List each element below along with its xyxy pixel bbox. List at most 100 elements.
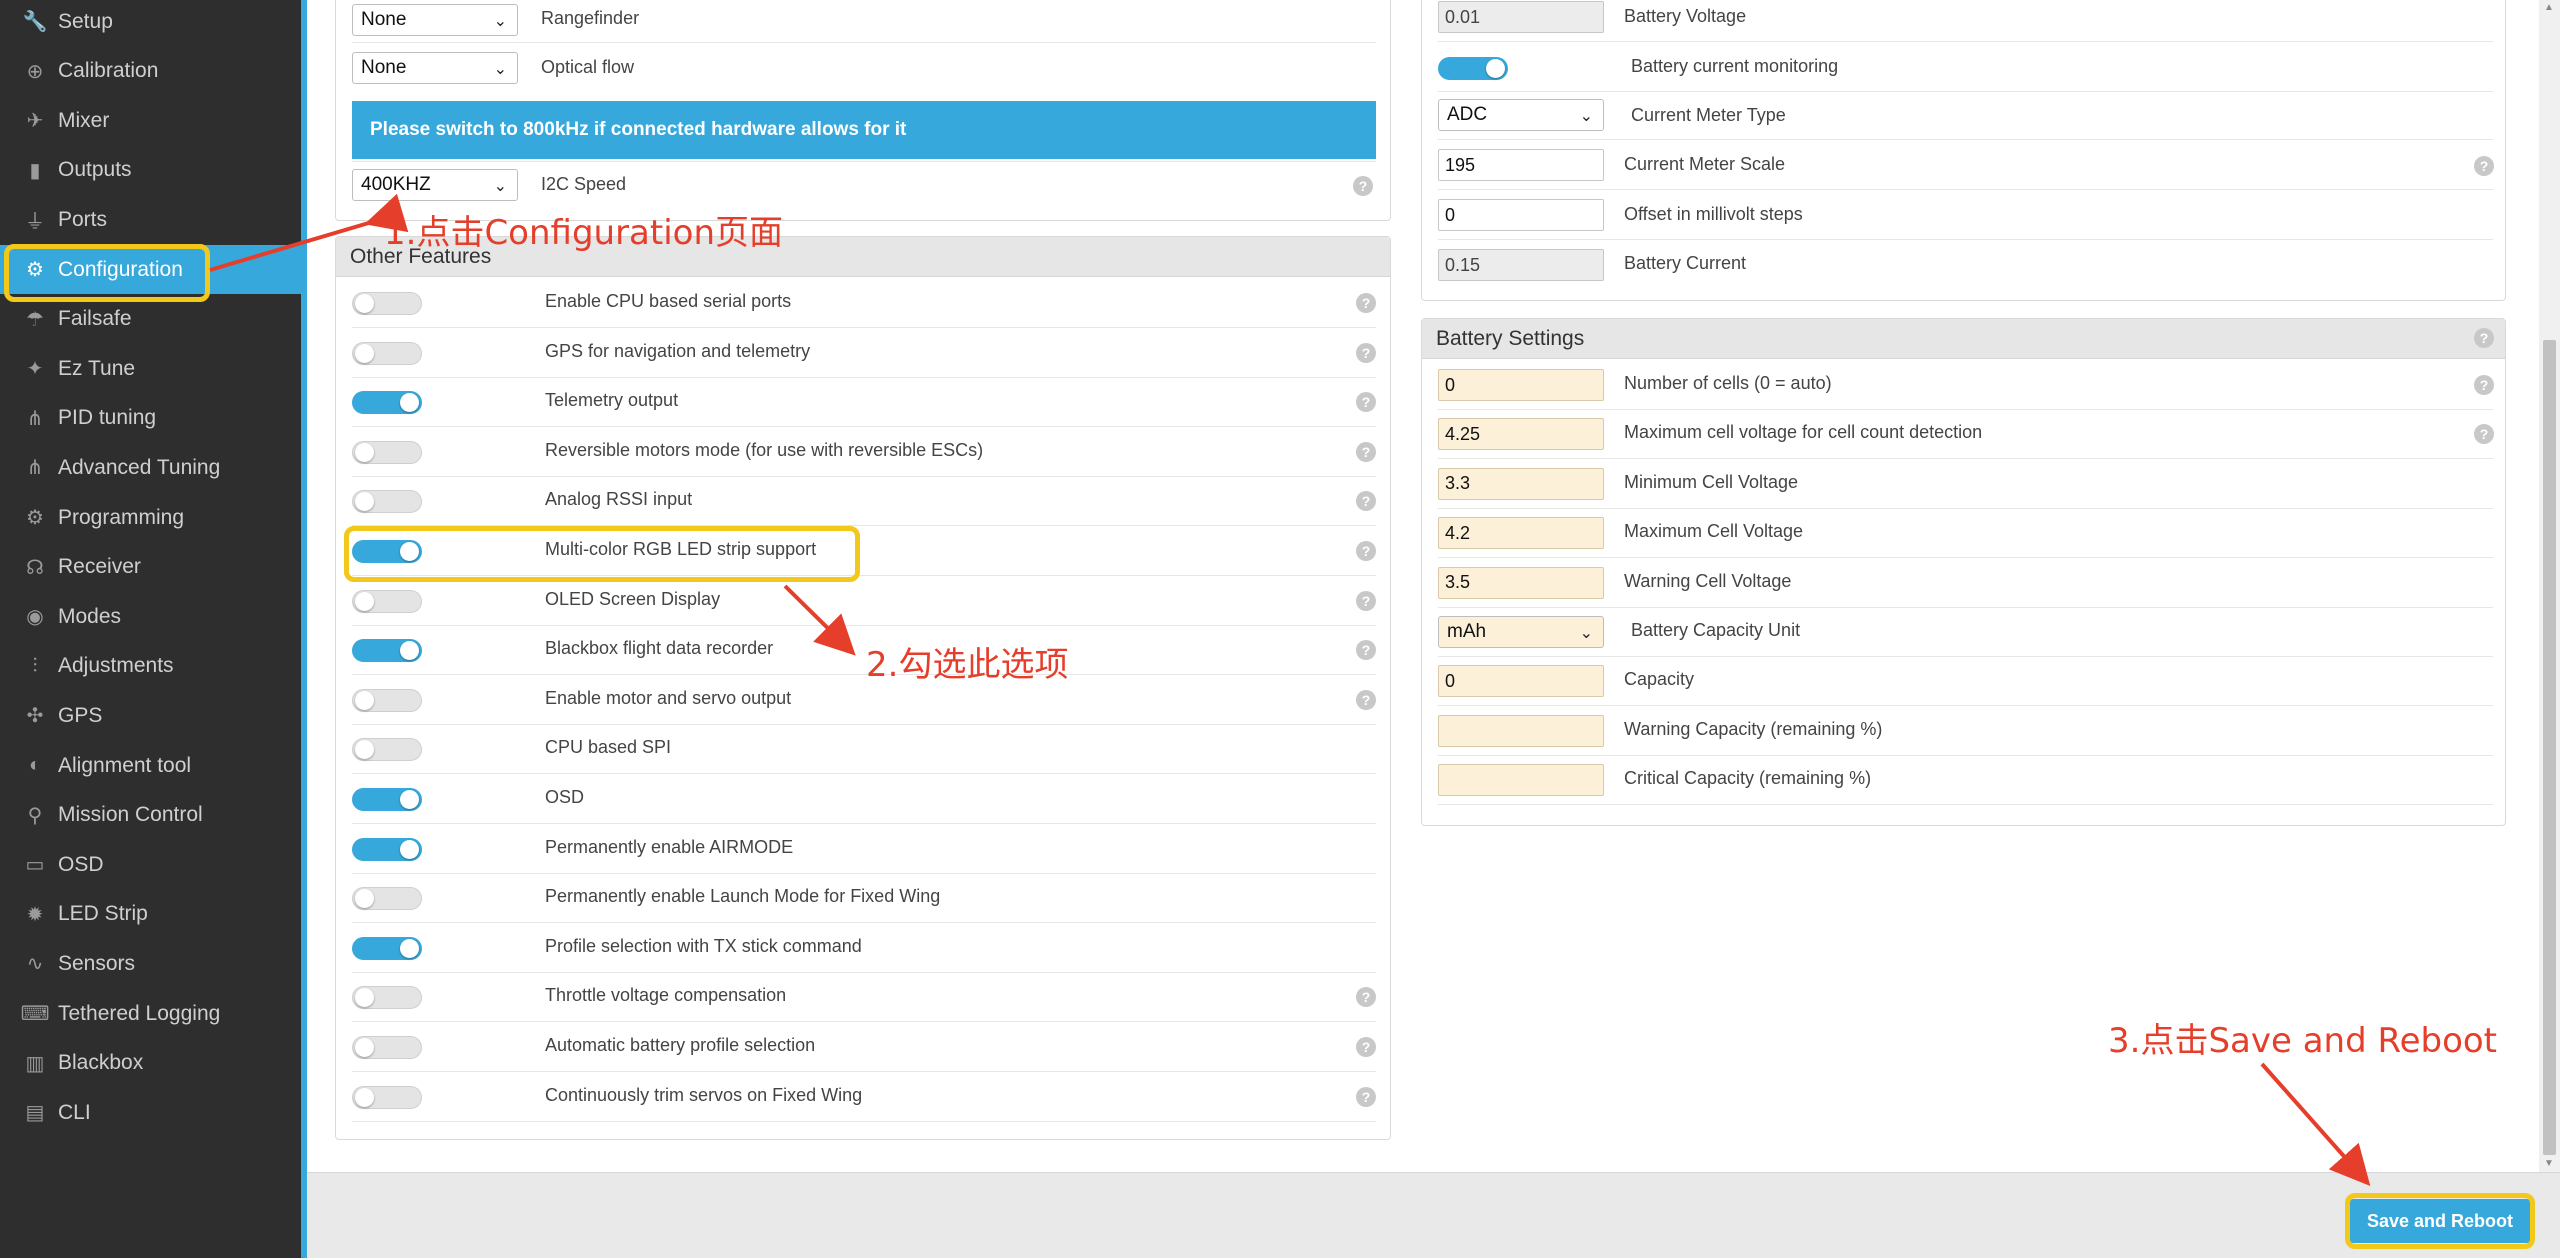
sidebar-item-mixer[interactable]: ✈ Mixer [0, 96, 301, 145]
help-icon[interactable]: ? [1356, 590, 1376, 611]
battery-setting-input[interactable]: 4.25 [1438, 418, 1604, 451]
feature-toggle[interactable] [352, 788, 422, 811]
battery-setting-input[interactable]: 4.2 [1438, 517, 1604, 550]
help-icon[interactable]: ? [1356, 441, 1376, 462]
feature-label: Throttle voltage compensation [545, 985, 787, 1006]
help-icon[interactable]: ? [1356, 1037, 1376, 1057]
plug-icon: ⏚ [25, 211, 45, 234]
battery-setting-label: Maximum Cell Voltage [1624, 521, 1804, 542]
feature-toggle[interactable] [352, 887, 422, 911]
help-icon[interactable]: ? [2474, 375, 2494, 395]
help-icon[interactable]: ? [1356, 342, 1376, 363]
offset-millivolt-input[interactable]: 0 [1438, 199, 1604, 231]
toggle-knob [400, 393, 419, 413]
battery-setting-input[interactable] [1438, 764, 1604, 797]
toggle-knob [355, 492, 374, 512]
sidebar-item-receiver[interactable]: ☊ Receiver [0, 543, 301, 592]
battery-setting-input[interactable]: 0 [1438, 665, 1604, 698]
feature-row: Permanently enable AIRMODE [352, 825, 1376, 874]
sidebar-item-outputs[interactable]: ▮ Outputs [0, 146, 301, 195]
help-icon[interactable]: ? [1356, 541, 1376, 561]
scroll-up-arrow-icon[interactable]: ▲ [2544, 2, 2554, 13]
feature-toggle[interactable] [352, 1085, 422, 1109]
i2c-speed-select[interactable]: 400KHZ ⌄ [352, 169, 518, 201]
current-meter-type-select[interactable]: ADC ⌄ [1438, 99, 1604, 131]
sidebar-item-sensors[interactable]: ∿ Sensors [0, 939, 301, 988]
toggle-knob [400, 790, 419, 809]
battery-capacity-unit-select[interactable]: mAh ⌄ [1438, 616, 1604, 648]
sidebar-item-adjustments[interactable]: ⫶ Adjustments [0, 642, 301, 691]
sidebar-item-modes[interactable]: ◉ Modes [0, 592, 301, 641]
sidebar-item-pid-tuning[interactable]: ⋔ PID tuning [0, 394, 301, 443]
main-scrollbar[interactable]: ▲ ▼ [2539, 0, 2560, 1172]
feature-toggle[interactable] [352, 837, 422, 861]
toggle-knob [355, 294, 374, 313]
feature-row: Profile selection with TX stick command [352, 924, 1376, 973]
feature-toggle[interactable] [352, 391, 422, 415]
help-icon[interactable]: ? [1356, 491, 1376, 512]
sidebar-item-label: Mission Control [58, 803, 203, 827]
feature-label: Telemetry output [545, 390, 679, 411]
help-icon[interactable]: ? [2474, 328, 2494, 348]
help-icon[interactable]: ? [1356, 689, 1376, 710]
highlight-save-button [2345, 1193, 2535, 1249]
advanced-tuning-icon: ⋔ [26, 457, 44, 480]
offset-millivolt-label: Offset in millivolt steps [1624, 204, 1803, 224]
sidebar-item-alignment-tool[interactable]: ◐ Alignment tool [0, 741, 301, 790]
help-icon[interactable]: ? [2474, 424, 2494, 445]
battery-voltage-value: 0.01 [1445, 6, 1481, 27]
sidebar-item-tethered-logging[interactable]: ⌨ Tethered Logging [0, 989, 301, 1038]
feature-toggle[interactable] [352, 440, 422, 464]
rangefinder-select[interactable]: None ⌄ [352, 4, 518, 36]
sidebar-item-programming[interactable]: ⚙ Programming [0, 493, 301, 542]
sidebar-item-label: Receiver [58, 555, 141, 579]
feature-toggle[interactable] [352, 490, 422, 514]
feature-toggle[interactable] [352, 986, 422, 1010]
feature-toggle[interactable] [352, 936, 422, 960]
feature-toggle[interactable] [352, 341, 422, 365]
help-icon[interactable]: ? [1356, 293, 1376, 313]
feature-row: Analog RSSI input? [352, 477, 1376, 527]
scroll-down-arrow-icon[interactable]: ▼ [2544, 1158, 2554, 1169]
feature-toggle[interactable] [352, 1036, 422, 1059]
sidebar-item-mission-control[interactable]: ⚲ Mission Control [0, 791, 301, 840]
sidebar-item-setup[interactable]: 🔧 Setup [0, 0, 301, 46]
sidebar-item-cli[interactable]: ▤ CLI [0, 1088, 301, 1137]
help-icon[interactable]: ? [1356, 987, 1376, 1008]
scroll-thumb[interactable] [2543, 340, 2556, 1155]
help-icon[interactable]: ? [1356, 392, 1376, 413]
battery-setting-input[interactable]: 3.3 [1438, 467, 1604, 500]
sidebar-item-blackbox[interactable]: ▥ Blackbox [0, 1039, 301, 1088]
sidebar-item-led-strip[interactable]: ✹ LED Strip [0, 890, 301, 939]
help-icon[interactable]: ? [1356, 640, 1376, 661]
help-icon[interactable]: ? [1353, 176, 1373, 196]
battery-setting-input[interactable]: 0 [1438, 369, 1604, 401]
sidebar-item-ez-tune[interactable]: ✦ Ez Tune [0, 344, 301, 393]
sidebar-item-label: GPS [58, 703, 103, 727]
satellite-icon: ✣ [26, 705, 44, 728]
battery-setting-input[interactable]: 3.5 [1438, 566, 1604, 599]
help-icon[interactable]: ? [2474, 156, 2494, 176]
feature-toggle[interactable] [352, 688, 422, 712]
sidebar-item-osd[interactable]: ▭ OSD [0, 840, 301, 889]
osd-icon: ▭ [25, 854, 45, 877]
current-meter-type-label: Current Meter Type [1631, 105, 1786, 125]
magic-wand-icon: ✦ [26, 358, 44, 381]
sidebar-item-calibration[interactable]: ⊕ Calibration [0, 47, 301, 96]
sidebar-item-label: Calibration [58, 59, 159, 83]
feature-toggle[interactable] [352, 589, 422, 613]
optical-flow-select[interactable]: None ⌄ [352, 52, 518, 84]
battery-current-monitoring-toggle[interactable] [1438, 57, 1508, 80]
feature-toggle[interactable] [352, 292, 422, 315]
feature-toggle[interactable] [352, 738, 422, 762]
sidebar-item-label: Programming [58, 505, 185, 529]
feature-toggle[interactable] [352, 639, 422, 663]
sidebar-item-advanced-tuning[interactable]: ⋔ Advanced Tuning [0, 443, 301, 492]
help-icon[interactable]: ? [1356, 1086, 1376, 1107]
battery-setting-row: 4.25 Maximum cell voltage for cell count … [1438, 410, 2494, 460]
battery-setting-input[interactable] [1438, 714, 1604, 747]
sidebar-item-gps[interactable]: ✣ GPS [0, 691, 301, 740]
sidebar-item-ports[interactable]: ⏚ Ports [0, 195, 301, 244]
current-meter-scale-input[interactable]: 195 [1438, 149, 1604, 181]
battery-setting-value: 3.5 [1445, 572, 1471, 593]
